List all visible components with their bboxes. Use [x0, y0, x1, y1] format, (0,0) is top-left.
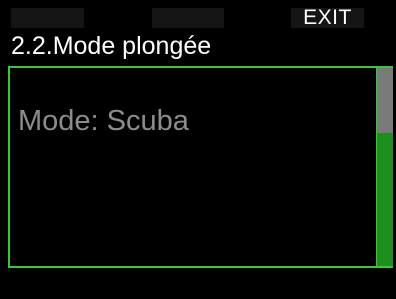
dive-mode-value[interactable]: Mode: Scuba: [18, 104, 189, 138]
page-title: 2.2.Mode plongée: [11, 32, 212, 60]
exit-softkey[interactable]: EXIT: [291, 7, 364, 28]
scrollbar-divider: [376, 68, 377, 266]
scrollbar-thumb[interactable]: [377, 68, 393, 133]
settings-panel: Mode: Scuba: [8, 66, 393, 268]
softkey-left[interactable]: [11, 8, 84, 28]
softkey-middle[interactable]: [152, 8, 224, 28]
